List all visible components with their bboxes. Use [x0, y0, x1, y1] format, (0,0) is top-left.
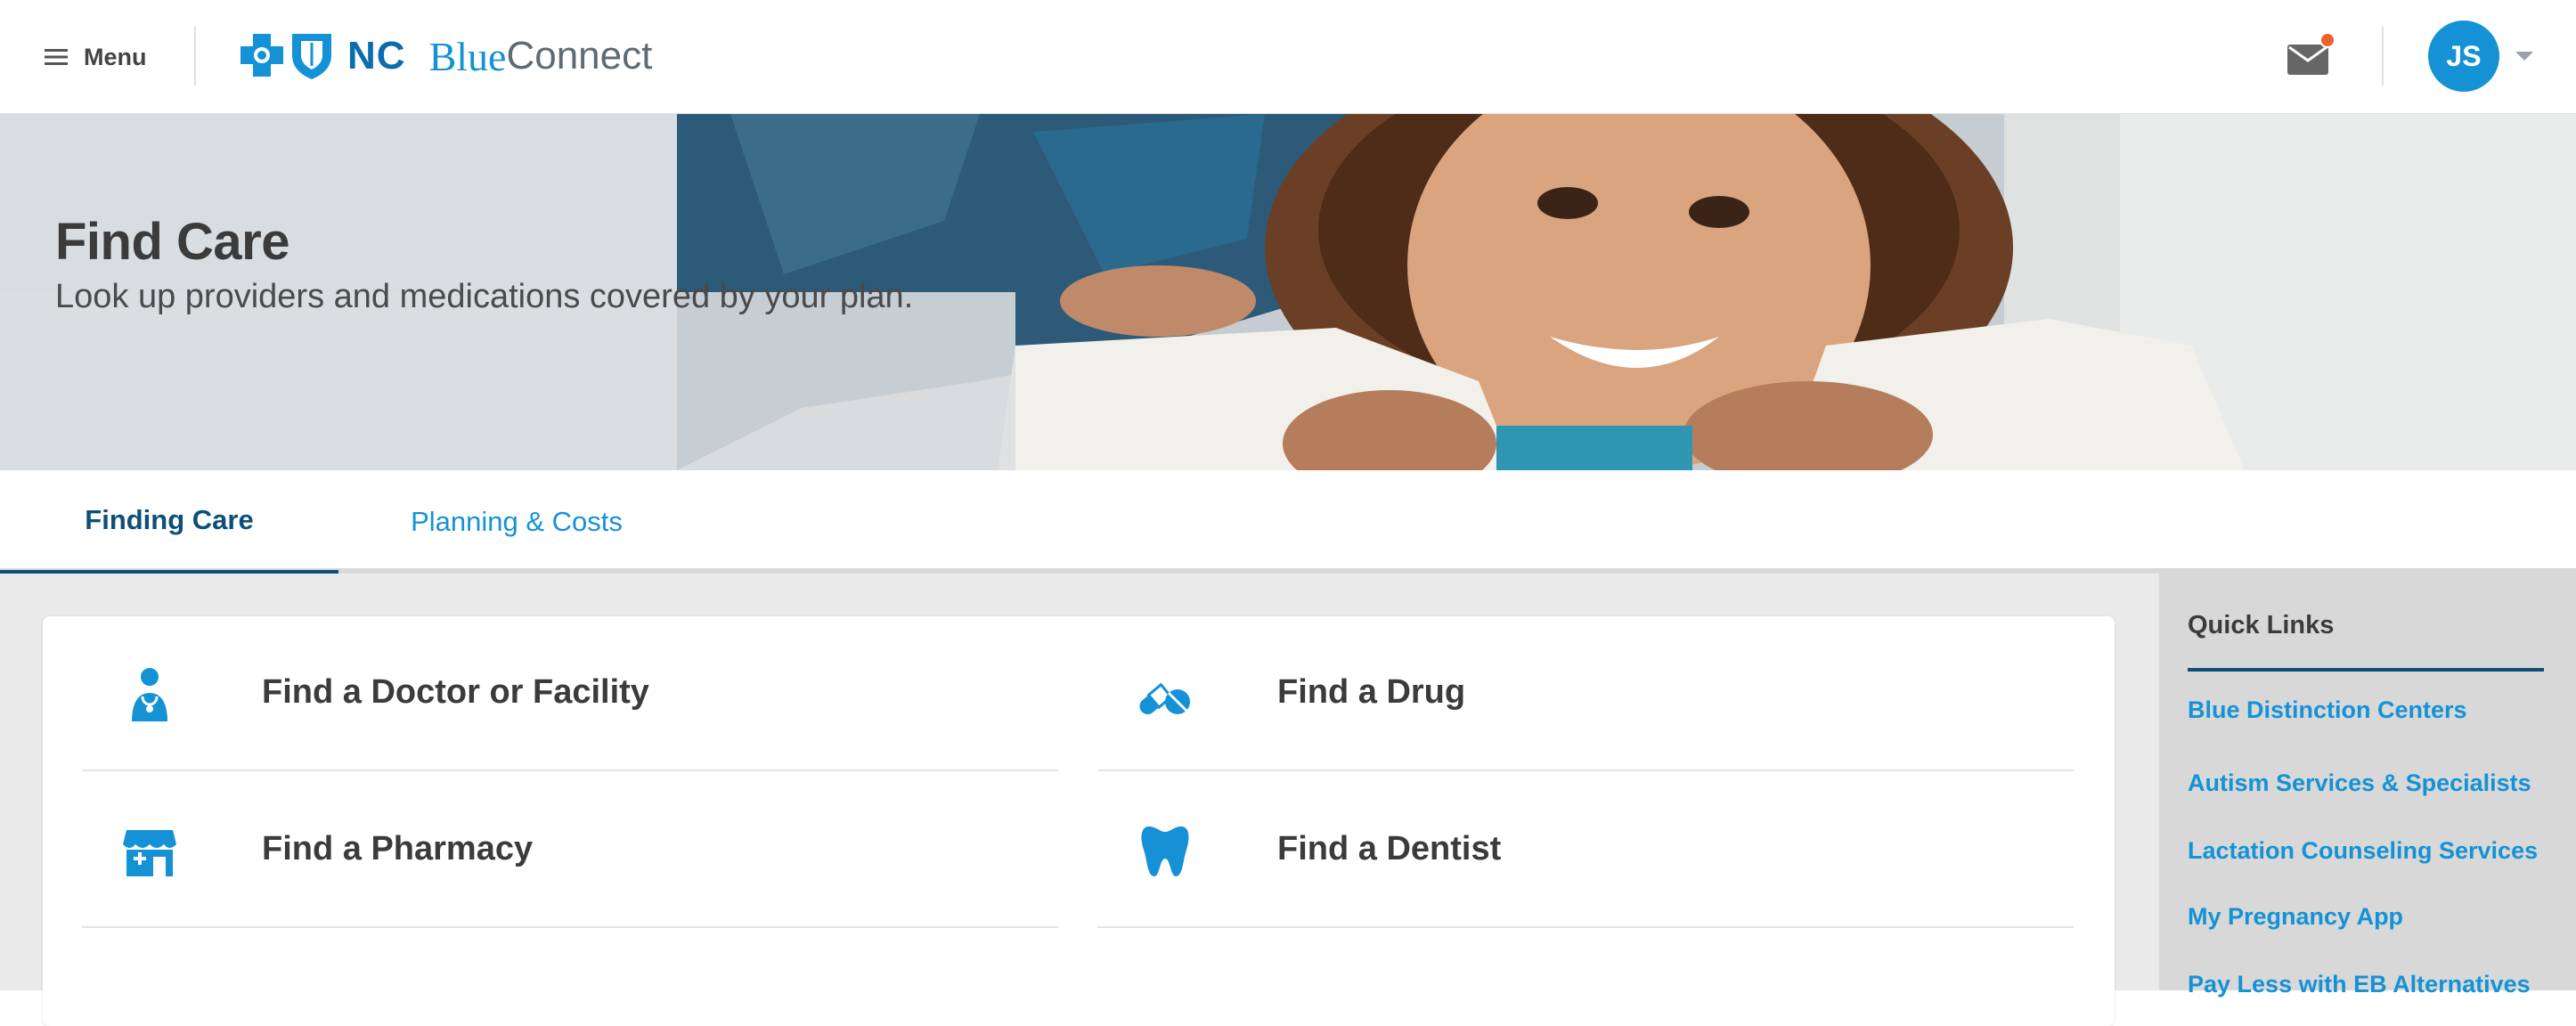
notification-dot: [2319, 32, 2336, 48]
quick-link-eb-alternatives[interactable]: Pay Less with EB Alternatives: [2188, 971, 2531, 998]
logo-blue-text: Blue: [428, 33, 507, 79]
hero-text-panel: [0, 292, 1015, 470]
main-content: Find a Doctor or Facility Find a Drug Fi…: [0, 574, 2576, 1026]
hero-banner: Find Care Look up providers and medicati…: [0, 114, 2576, 470]
user-avatar[interactable]: JS: [2428, 20, 2499, 92]
page-subtitle: Look up providers and medications covere…: [55, 278, 914, 315]
header-divider: [2382, 27, 2384, 86]
quick-links-panel: Quick Links Blue Distinction Centers Aut…: [2159, 574, 2576, 998]
menu-label: Menu: [84, 43, 147, 70]
find-doctor-button[interactable]: Find a Doctor or Facility: [82, 616, 1058, 771]
find-doctor-label: Find a Doctor or Facility: [262, 673, 649, 711]
header-divider: [194, 27, 196, 86]
quick-link-pregnancy-app[interactable]: My Pregnancy App: [2188, 903, 2403, 931]
page-title: Find Care: [55, 213, 290, 271]
tooth-icon: [1141, 826, 1189, 876]
quick-links-divider: [2188, 668, 2544, 672]
logo-connect-text: Connect: [506, 34, 653, 77]
find-drug-button[interactable]: Find a Drug: [1097, 616, 2074, 771]
menu-button[interactable]: Menu: [45, 39, 147, 75]
quick-link-blue-distinction[interactable]: Blue Distinction Centers: [2188, 696, 2467, 724]
hamburger-icon: [45, 49, 68, 65]
quick-link-lactation[interactable]: Lactation Counseling Services: [2188, 837, 2538, 865]
quick-links-title: Quick Links: [2188, 611, 2335, 639]
find-dentist-label: Find a Dentist: [1277, 830, 1502, 867]
top-header: Menu NC Blue Connect JS: [0, 0, 2576, 114]
find-pharmacy-label: Find a Pharmacy: [262, 830, 534, 867]
find-drug-label: Find a Drug: [1277, 673, 1466, 711]
cross-shield-logo-icon: [240, 34, 331, 79]
logo-state-text: NC: [347, 34, 406, 77]
pills-icon: [1139, 682, 1190, 715]
find-pharmacy-button[interactable]: Find a Pharmacy: [82, 773, 1058, 928]
tab-finding-care[interactable]: Finding Care: [0, 470, 338, 575]
find-care-card: Find a Doctor or Facility Find a Drug Fi…: [43, 616, 2115, 1026]
bluecross-nc-logo[interactable]: NC Blue Connect: [237, 27, 652, 86]
chevron-down-icon[interactable]: [2515, 52, 2533, 61]
doctor-icon: [132, 668, 167, 721]
find-dentist-button[interactable]: Find a Dentist: [1097, 773, 2074, 928]
tab-bar: Finding Care Planning & Costs: [0, 470, 2576, 575]
pharmacy-store-icon: [123, 830, 176, 876]
tab-planning-costs[interactable]: Planning & Costs: [374, 470, 659, 574]
quick-link-autism-services[interactable]: Autism Services & Specialists: [2188, 770, 2531, 797]
